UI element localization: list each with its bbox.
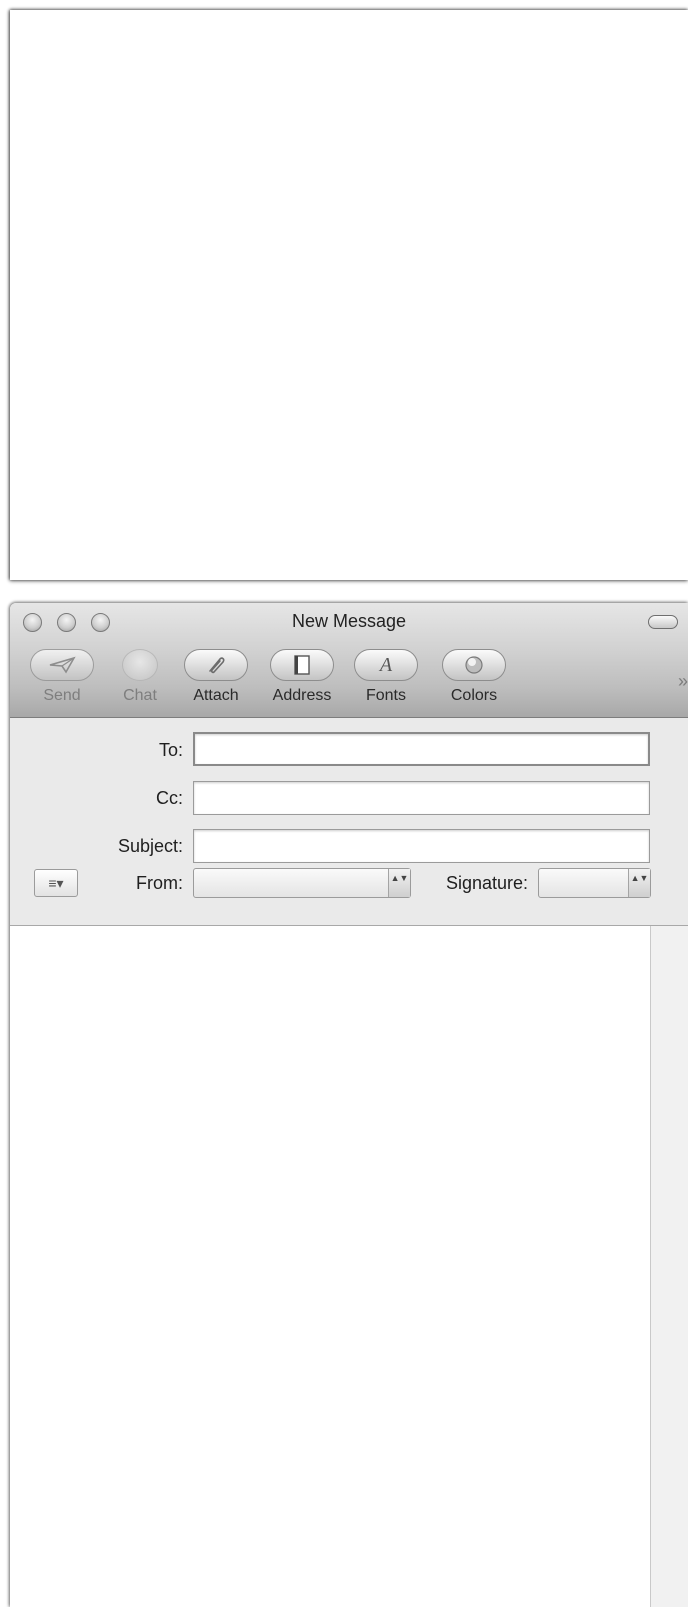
subject-label: Subject: bbox=[117, 836, 183, 856]
to-field[interactable] bbox=[193, 732, 650, 766]
toolbar-overflow-icon[interactable]: » bbox=[678, 671, 688, 692]
send-label: Send bbox=[43, 687, 81, 704]
send-button[interactable]: Send bbox=[24, 649, 100, 713]
compose-window: New Message Send Chat Attach Address A F… bbox=[10, 603, 688, 1607]
colors-label: Colors bbox=[450, 687, 498, 704]
address-label: Address bbox=[272, 687, 332, 704]
header-fields: To: Cc: Subject: ≡▾ From: ▲▼ Signature: … bbox=[10, 718, 688, 926]
window-title: New Message bbox=[291, 611, 407, 631]
screen: New Message Send Chat Attach Address A F… bbox=[0, 0, 688, 1607]
cc-field[interactable] bbox=[193, 781, 650, 815]
message-body[interactable] bbox=[10, 926, 650, 1607]
chat-bubble-icon bbox=[122, 649, 158, 681]
popup-stepper-icon: ▲▼ bbox=[388, 869, 410, 897]
titlebar-toolbar: New Message Send Chat Attach Address A F… bbox=[10, 603, 688, 718]
popup-stepper-icon: ▲▼ bbox=[628, 869, 650, 897]
action-menu-button[interactable]: ≡▾ bbox=[34, 869, 78, 897]
subject-field[interactable] bbox=[193, 829, 650, 863]
chat-button[interactable]: Chat bbox=[102, 649, 178, 713]
toolbar-toggle-button[interactable] bbox=[648, 615, 678, 629]
attach-label: Attach bbox=[193, 687, 239, 704]
fonts-button[interactable]: A Fonts bbox=[348, 649, 424, 713]
address-button[interactable]: Address bbox=[264, 649, 340, 713]
signature-label: Signature: bbox=[445, 873, 528, 893]
color-wheel-icon bbox=[442, 649, 506, 681]
attach-button[interactable]: Attach bbox=[178, 649, 254, 713]
background-window[interactable] bbox=[10, 10, 688, 580]
to-label: To: bbox=[158, 740, 183, 760]
fonts-label: Fonts bbox=[365, 687, 406, 704]
signature-popup[interactable]: ▲▼ bbox=[538, 868, 651, 898]
font-a-icon: A bbox=[354, 649, 418, 681]
paperclip-icon bbox=[184, 649, 248, 681]
vertical-scrollbar[interactable] bbox=[650, 926, 688, 1607]
colors-button[interactable]: Colors bbox=[436, 649, 512, 713]
address-book-icon bbox=[270, 649, 334, 681]
from-popup[interactable]: ▲▼ bbox=[193, 868, 411, 898]
from-label: From: bbox=[136, 873, 183, 893]
chat-label: Chat bbox=[123, 687, 157, 704]
cc-label: Cc: bbox=[156, 788, 183, 808]
paper-plane-icon bbox=[30, 649, 94, 681]
